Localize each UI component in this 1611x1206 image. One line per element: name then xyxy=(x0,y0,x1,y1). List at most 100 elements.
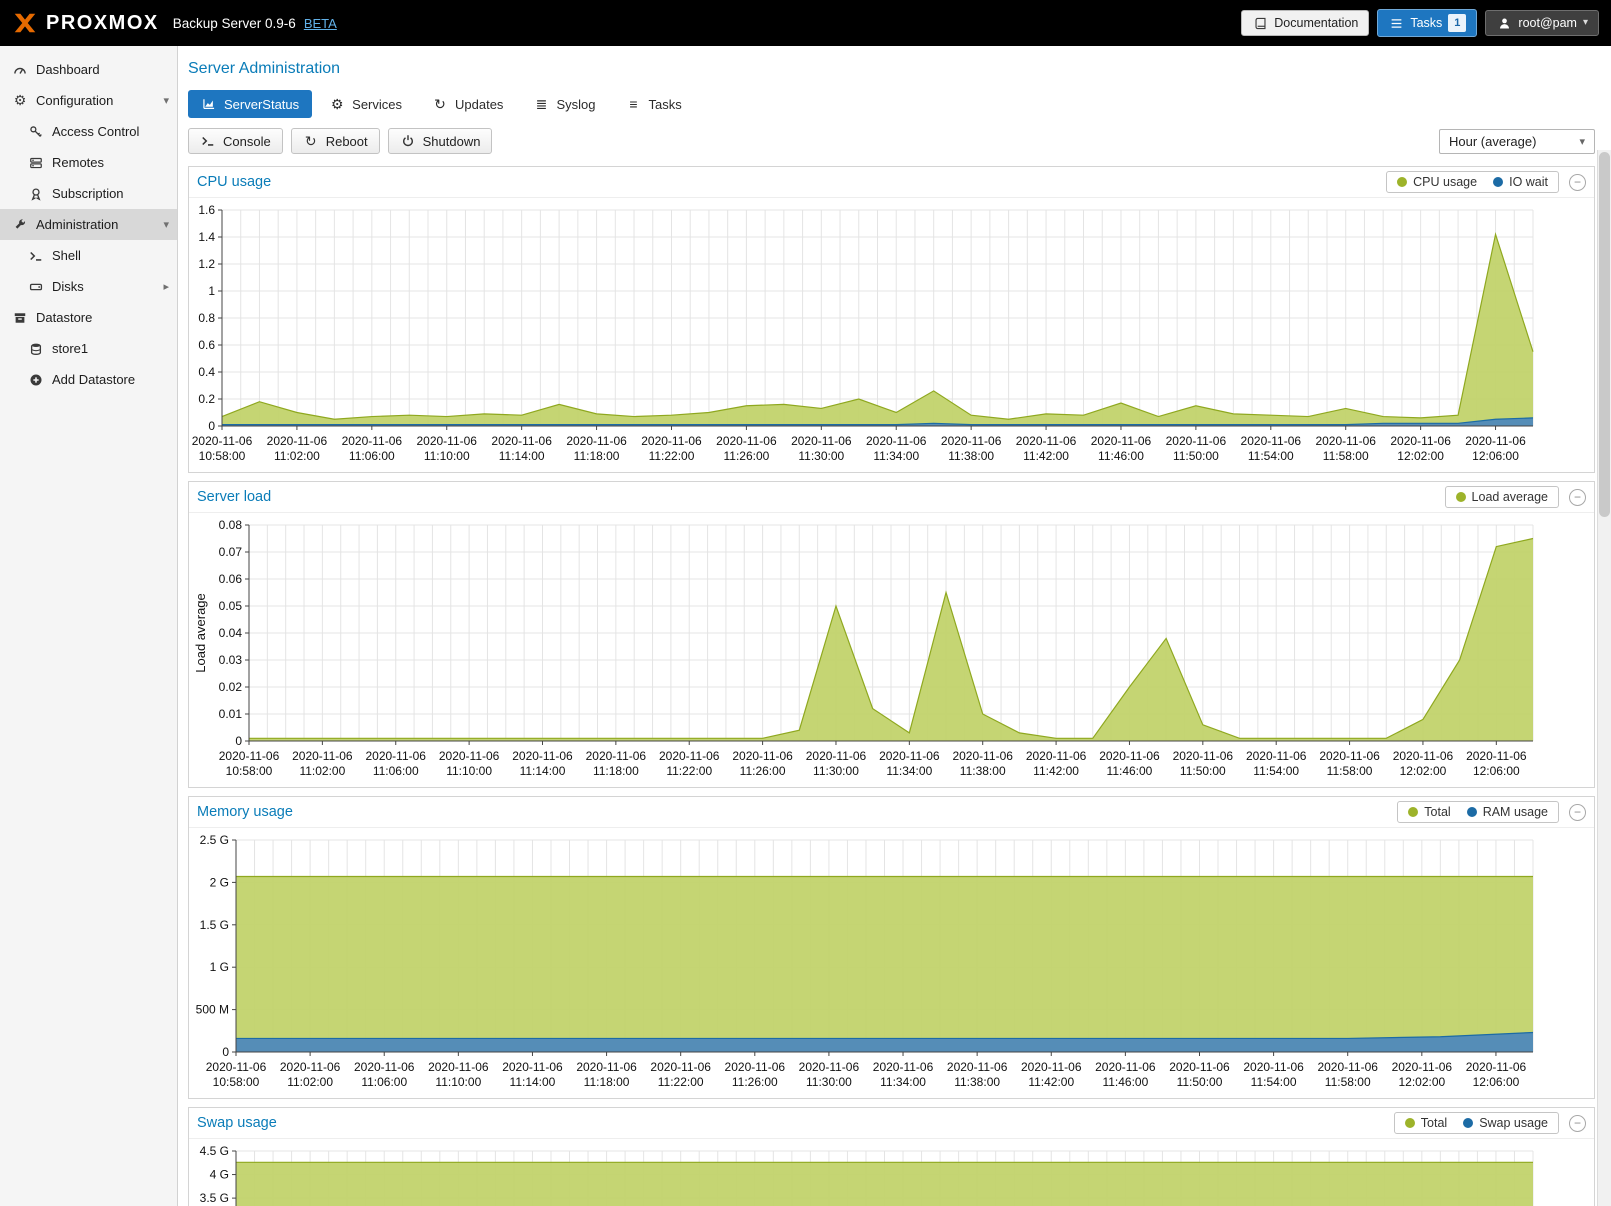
svg-text:2020-11-06: 2020-11-06 xyxy=(791,434,852,448)
sidebar-item-datastore[interactable]: Datastore xyxy=(0,302,177,333)
chart-legend: Total Swap usage xyxy=(1394,1112,1559,1134)
sidebar-item-configuration[interactable]: ⚙Configuration▾ xyxy=(0,85,177,116)
svg-text:2020-11-06: 2020-11-06 xyxy=(219,749,280,763)
legend-color-dot xyxy=(1456,492,1466,502)
chart-title: Memory usage xyxy=(197,804,1397,820)
disk-icon xyxy=(28,279,44,295)
svg-text:11:14:00: 11:14:00 xyxy=(499,449,545,463)
svg-text:2020-11-06: 2020-11-06 xyxy=(267,434,328,448)
svg-text:11:46:00: 11:46:00 xyxy=(1107,764,1153,778)
legend-label: RAM usage xyxy=(1483,805,1548,819)
svg-text:11:26:00: 11:26:00 xyxy=(723,449,769,463)
header-actions: Documentation Tasks 1 root@pam ▾ xyxy=(1241,9,1599,37)
svg-text:11:26:00: 11:26:00 xyxy=(740,764,786,778)
legend-item-swap-usage: Swap usage xyxy=(1463,1116,1548,1130)
sidebar-item-shell[interactable]: Shell xyxy=(0,240,177,271)
tab-syslog[interactable]: ≣Syslog xyxy=(520,90,608,118)
sidebar-item-subscription[interactable]: Subscription xyxy=(0,178,177,209)
scrollbar-thumb[interactable] xyxy=(1599,152,1610,517)
svg-text:11:18:00: 11:18:00 xyxy=(593,764,639,778)
svg-text:2020-11-06: 2020-11-06 xyxy=(873,1060,934,1074)
legend-label: Total xyxy=(1424,805,1450,819)
sidebar-item-label: Add Datastore xyxy=(52,372,135,387)
svg-text:2020-11-06: 2020-11-06 xyxy=(365,749,426,763)
svg-text:2020-11-06: 2020-11-06 xyxy=(1241,434,1302,448)
user-menu-button[interactable]: root@pam ▾ xyxy=(1485,10,1599,36)
tasks-label: Tasks xyxy=(1410,15,1442,31)
legend-label: Swap usage xyxy=(1479,1116,1548,1130)
collapse-panel-button[interactable]: − xyxy=(1569,174,1586,191)
sidebar-item-disks[interactable]: Disks ▸ xyxy=(0,271,177,302)
svg-text:2020-11-06: 2020-11-06 xyxy=(206,1060,267,1074)
timeframe-select[interactable]: Hour (average) ▾ xyxy=(1439,129,1595,154)
svg-text:4 G: 4 G xyxy=(210,1168,229,1182)
sidebar-item-remotes[interactable]: Remotes xyxy=(0,147,177,178)
chart-body: 00.20.40.60.811.21.41.62020-11-0610:58:0… xyxy=(189,198,1594,472)
sidebar-item-label: Dashboard xyxy=(36,62,100,77)
tasks-button[interactable]: Tasks 1 xyxy=(1377,9,1477,37)
terminal-icon xyxy=(28,248,44,264)
svg-text:2020-11-06: 2020-11-06 xyxy=(1466,749,1527,763)
collapse-panel-button[interactable]: − xyxy=(1569,1115,1586,1132)
legend-item-load-average: Load average xyxy=(1456,490,1548,504)
svg-text:11:06:00: 11:06:00 xyxy=(349,449,395,463)
svg-text:2020-11-06: 2020-11-06 xyxy=(1091,434,1152,448)
svg-text:2020-11-06: 2020-11-06 xyxy=(1466,1060,1527,1074)
tab-label: Tasks xyxy=(648,97,681,112)
sidebar-item-dashboard[interactable]: Dashboard xyxy=(0,54,177,85)
svg-text:11:30:00: 11:30:00 xyxy=(798,449,844,463)
sidebar-item-store1[interactable]: store1 xyxy=(0,333,177,364)
tab-services[interactable]: ⚙Services xyxy=(316,90,415,118)
tab-label: Updates xyxy=(455,97,503,112)
beta-link[interactable]: BETA xyxy=(304,16,337,31)
gauge-icon xyxy=(12,62,28,78)
gears-icon: ⚙ xyxy=(12,93,28,109)
svg-text:4.5 G: 4.5 G xyxy=(200,1144,229,1158)
vertical-scrollbar[interactable] xyxy=(1597,150,1611,1206)
collapse-panel-button[interactable]: − xyxy=(1569,489,1586,506)
gear-icon: ⚙ xyxy=(329,96,345,112)
console-button[interactable]: Console xyxy=(188,128,283,154)
user-icon xyxy=(1496,15,1512,31)
legend-color-dot xyxy=(1408,807,1418,817)
svg-text:2020-11-06: 2020-11-06 xyxy=(1392,1060,1453,1074)
sidebar-item-add-datastore[interactable]: Add Datastore xyxy=(0,364,177,395)
tab-tasks[interactable]: ≡Tasks xyxy=(612,90,694,118)
legend-item-ram-usage: RAM usage xyxy=(1467,805,1548,819)
svg-text:2020-11-06: 2020-11-06 xyxy=(1095,1060,1156,1074)
svg-text:12:02:00: 12:02:00 xyxy=(1398,1075,1445,1089)
chart-canvas-swap: 0500 M1 G1.5 G2 G2.5 G3 G3.5 G4 G4.5 G20… xyxy=(191,1141,1549,1206)
product-version-label: Backup Server 0.9-6 xyxy=(173,16,296,31)
shutdown-button[interactable]: Shutdown xyxy=(388,128,493,154)
svg-text:11:06:00: 11:06:00 xyxy=(361,1075,407,1089)
sidebar-item-label: Access Control xyxy=(52,124,139,139)
svg-text:1 G: 1 G xyxy=(210,960,229,974)
svg-text:11:38:00: 11:38:00 xyxy=(960,764,1006,778)
svg-text:2020-11-06: 2020-11-06 xyxy=(650,1060,711,1074)
documentation-label: Documentation xyxy=(1274,15,1358,31)
svg-text:11:34:00: 11:34:00 xyxy=(873,449,919,463)
svg-text:2020-11-06: 2020-11-06 xyxy=(1246,749,1307,763)
chart-panel-memory: Memory usageTotalRAM usage−0500 M1 G1.5 … xyxy=(188,796,1595,1099)
legend-item-total: Total xyxy=(1405,1116,1447,1130)
collapse-panel-button[interactable]: − xyxy=(1569,804,1586,821)
tab-serverstatus[interactable]: ServerStatus xyxy=(188,90,312,118)
arrow-right-icon: ▸ xyxy=(163,280,169,293)
svg-text:0: 0 xyxy=(208,419,215,433)
book-icon xyxy=(1252,15,1268,31)
svg-text:2020-11-06: 2020-11-06 xyxy=(1390,434,1451,448)
sidebar-item-label: Disks xyxy=(52,279,84,294)
svg-text:11:58:00: 11:58:00 xyxy=(1323,449,1369,463)
button-label: Console xyxy=(223,134,271,149)
sidebar-item-access-control[interactable]: Access Control xyxy=(0,116,177,147)
svg-text:2020-11-06: 2020-11-06 xyxy=(1243,1060,1304,1074)
svg-text:2020-11-06: 2020-11-06 xyxy=(725,1060,786,1074)
tab-updates[interactable]: ↻Updates xyxy=(419,90,516,118)
sidebar-item-administration[interactable]: Administration▾ xyxy=(0,209,177,240)
chart-canvas-load: 00.010.020.030.040.050.060.070.082020-11… xyxy=(191,515,1549,787)
documentation-button[interactable]: Documentation xyxy=(1241,10,1369,36)
svg-text:2020-11-06: 2020-11-06 xyxy=(866,434,927,448)
reboot-button[interactable]: ↻Reboot xyxy=(291,128,380,154)
legend-label: CPU usage xyxy=(1413,175,1477,189)
svg-text:2 G: 2 G xyxy=(210,875,229,889)
